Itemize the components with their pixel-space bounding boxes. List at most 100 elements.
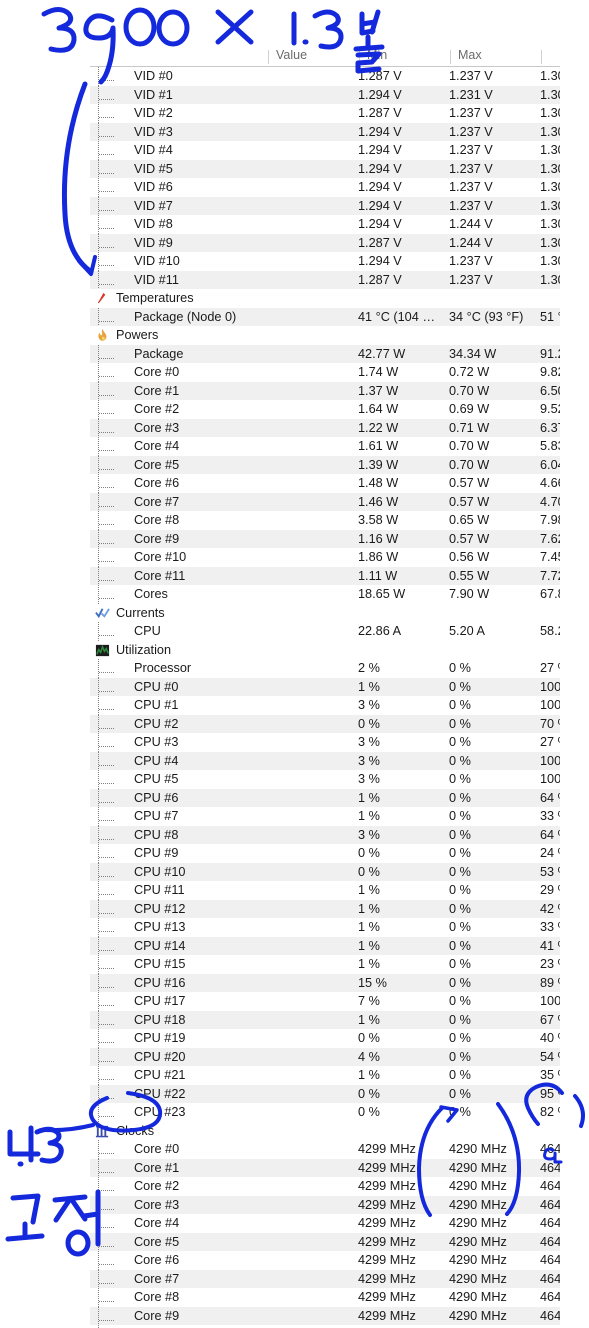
sensor-min: 0.71 W: [449, 420, 490, 435]
sensor-min: 0 %: [449, 827, 471, 842]
sensor-row[interactable]: Core #6 4299 MHz 4290 MHz 4642 MHz: [90, 1251, 560, 1270]
sensor-group-currents[interactable]: Currents: [90, 604, 560, 623]
sensor-row[interactable]: VID #6 1.294 V 1.237 V 1.300 V: [90, 178, 560, 197]
sensor-row[interactable]: Core #5 1.39 W 0.70 W 6.04 W: [90, 455, 560, 474]
sensor-row[interactable]: CPU #1 3 % 0 % 100 %: [90, 696, 560, 715]
column-header-max[interactable]: Max: [450, 50, 549, 64]
sensor-row[interactable]: CPU #8 3 % 0 % 64 %: [90, 825, 560, 844]
sensor-tree[interactable]: VID #0 1.287 V 1.237 V 1.300 V VID #1 1.294 V…: [90, 67, 560, 1328]
sensor-row[interactable]: Package (Node 0) 41 °C (104 … 34 °C (93 °F…: [90, 307, 560, 326]
sensor-name: CPU #19: [134, 1031, 186, 1045]
sensor-row[interactable]: VID #11 1.287 V 1.237 V 1.300 V: [90, 270, 560, 289]
sensor-row[interactable]: VID #3 1.294 V 1.237 V 1.300 V: [90, 122, 560, 141]
sensor-value: 3 %: [358, 735, 380, 749]
sensor-row[interactable]: Core #2 4299 MHz 4290 MHz 4642 MHz: [90, 1177, 560, 1196]
sensor-value: 4299 MHz: [358, 1160, 416, 1175]
sensor-min: 1.237 V: [449, 254, 493, 268]
sensor-row[interactable]: CPU #6 1 % 0 % 64 %: [90, 788, 560, 807]
sensor-group-utilization[interactable]: Utilization: [90, 641, 560, 660]
sensor-row[interactable]: Core #11 1.11 W 0.55 W 7.72 W: [90, 566, 560, 585]
sensor-row[interactable]: Core #8 4299 MHz 4290 MHz 4642 MHz: [90, 1288, 560, 1307]
sensor-max: 4.66 W: [540, 476, 560, 490]
column-header-average[interactable]: [541, 50, 560, 64]
sensor-row[interactable]: Core #2 1.64 W 0.69 W 9.52 W: [90, 400, 560, 419]
sensor-row[interactable]: Processor 2 % 0 % 27 %: [90, 659, 560, 678]
sensor-row[interactable]: CPU #2 0 % 0 % 70 %: [90, 714, 560, 733]
sensor-status-window[interactable]: Value Min Max VID #0 1.287 V 1.237 V 1.300 …: [90, 50, 560, 1328]
sensor-row[interactable]: Package 42.77 W 34.34 W 91.23 W: [90, 344, 560, 363]
sensor-row[interactable]: CPU #20 4 % 0 % 54 %: [90, 1047, 560, 1066]
sensor-row[interactable]: Core #4 1.61 W 0.70 W 5.83 W: [90, 437, 560, 456]
sensor-row[interactable]: CPU #22 0 % 0 % 95 %: [90, 1084, 560, 1103]
tree-guide-line: [98, 492, 130, 511]
sensor-row[interactable]: CPU #5 3 % 0 % 100 %: [90, 770, 560, 789]
sensor-row[interactable]: Core #10 1.86 W 0.56 W 7.45 W: [90, 548, 560, 567]
sensor-row[interactable]: Core #0 1.74 W 0.72 W 9.82 W: [90, 363, 560, 382]
column-header-value[interactable]: Value: [268, 50, 367, 64]
sensor-row[interactable]: CPU #12 1 % 0 % 42 %: [90, 899, 560, 918]
sensor-min: 1.237 V: [449, 180, 493, 194]
sensor-row[interactable]: Core #0 4299 MHz 4290 MHz 4642 MHz: [90, 1140, 560, 1159]
sensor-row[interactable]: CPU #23 0 % 0 % 82 %: [90, 1103, 560, 1122]
sensor-row[interactable]: CPU #19 0 % 0 % 40 %: [90, 1029, 560, 1048]
sensor-max: 67.85 W: [540, 587, 560, 601]
sensor-min: 4290 MHz: [449, 1142, 507, 1156]
sensor-name: Core #7: [134, 494, 180, 509]
sensor-row[interactable]: VID #1 1.294 V 1.231 V 1.300 V: [90, 85, 560, 104]
sensor-row[interactable]: Core #6 1.48 W 0.57 W 4.66 W: [90, 474, 560, 493]
sensor-value: 1.46 W: [358, 494, 399, 509]
sensor-row[interactable]: Core #4 4299 MHz 4290 MHz 4642 MHz: [90, 1214, 560, 1233]
sensor-row[interactable]: CPU #18 1 % 0 % 67 %: [90, 1010, 560, 1029]
sensor-row[interactable]: CPU #21 1 % 0 % 35 %: [90, 1066, 560, 1085]
sensor-row[interactable]: Cores 18.65 W 7.90 W 67.85 W: [90, 585, 560, 604]
sensor-row[interactable]: CPU #3 3 % 0 % 27 %: [90, 733, 560, 752]
sensor-row[interactable]: VID #9 1.287 V 1.244 V 1.300 V: [90, 233, 560, 252]
tree-guide-line: [98, 344, 130, 363]
sensor-min: 1.244 V: [449, 217, 493, 231]
sensor-row[interactable]: CPU #10 0 % 0 % 53 %: [90, 862, 560, 881]
sensor-row[interactable]: CPU #9 0 % 0 % 24 %: [90, 844, 560, 863]
sensor-row[interactable]: VID #10 1.294 V 1.237 V 1.300 V: [90, 252, 560, 271]
sensor-min: 0 %: [449, 846, 471, 860]
sensor-max: 9.52 W: [540, 402, 560, 416]
tree-guide-line: [98, 1269, 130, 1288]
sensor-row[interactable]: VID #5 1.294 V 1.237 V 1.300 V: [90, 159, 560, 178]
sensor-row[interactable]: VID #2 1.287 V 1.237 V 1.300 V: [90, 104, 560, 123]
sensor-row[interactable]: VID #7 1.294 V 1.237 V 1.300 V: [90, 196, 560, 215]
column-header-row[interactable]: Value Min Max: [90, 50, 560, 67]
sensor-row[interactable]: CPU #16 15 % 0 % 89 %: [90, 973, 560, 992]
tree-guide-line: [98, 85, 130, 104]
sensor-group-clocks[interactable]: Clocks: [90, 1122, 560, 1141]
sensor-row[interactable]: CPU #14 1 % 0 % 41 %: [90, 936, 560, 955]
sensor-row[interactable]: VID #4 1.294 V 1.237 V 1.300 V: [90, 141, 560, 160]
sensor-row[interactable]: Core #3 4299 MHz 4290 MHz 4642 MHz: [90, 1195, 560, 1214]
sensor-row[interactable]: Core #3 1.22 W 0.71 W 6.37 W: [90, 418, 560, 437]
sensor-row[interactable]: CPU #7 1 % 0 % 33 %: [90, 807, 560, 826]
sensor-group-powers[interactable]: Powers: [90, 326, 560, 345]
column-header-name[interactable]: [90, 50, 275, 64]
sensor-row[interactable]: Core #7 4299 MHz 4290 MHz 4642 MHz: [90, 1269, 560, 1288]
sensor-row[interactable]: CPU #0 1 % 0 % 100 %: [90, 677, 560, 696]
sensor-row[interactable]: VID #0 1.287 V 1.237 V 1.300 V: [90, 67, 560, 86]
sensor-row[interactable]: Core #8 3.58 W 0.65 W 7.98 W: [90, 511, 560, 530]
sensor-name: VID #4: [134, 143, 173, 157]
sensor-row[interactable]: Core #5 4299 MHz 4290 MHz 4642 MHz: [90, 1232, 560, 1251]
sensor-value: 1 %: [358, 920, 380, 934]
sensor-row[interactable]: Core #1 4299 MHz 4290 MHz 4642 MHz: [90, 1158, 560, 1177]
sensor-row[interactable]: Core #9 1.16 W 0.57 W 7.62 W: [90, 529, 560, 548]
sensor-min: 4290 MHz: [449, 1197, 507, 1212]
sensor-group-temperatures[interactable]: Temperatures: [90, 289, 560, 308]
sensor-row[interactable]: CPU #15 1 % 0 % 23 %: [90, 955, 560, 974]
sensor-row[interactable]: Core #9 4299 MHz 4290 MHz 4642 MHz: [90, 1306, 560, 1325]
sensor-row[interactable]: CPU #11 1 % 0 % 29 %: [90, 881, 560, 900]
sensor-row[interactable]: CPU #13 1 % 0 % 33 %: [90, 918, 560, 937]
sensor-row[interactable]: CPU #17 7 % 0 % 100 %: [90, 992, 560, 1011]
sensor-min: 0 %: [449, 772, 471, 786]
sensor-row[interactable]: Core #7 1.46 W 0.57 W 4.70 W: [90, 492, 560, 511]
sensor-name: CPU #5: [134, 772, 179, 786]
sensor-row[interactable]: VID #8 1.294 V 1.244 V 1.300 V: [90, 215, 560, 234]
sensor-row[interactable]: CPU #4 3 % 0 % 100 %: [90, 751, 560, 770]
column-header-min[interactable]: Min: [359, 50, 458, 64]
sensor-row[interactable]: Core #1 1.37 W 0.70 W 6.50 W: [90, 381, 560, 400]
sensor-row[interactable]: CPU 22.86 A 5.20 A 58.20 A: [90, 622, 560, 641]
